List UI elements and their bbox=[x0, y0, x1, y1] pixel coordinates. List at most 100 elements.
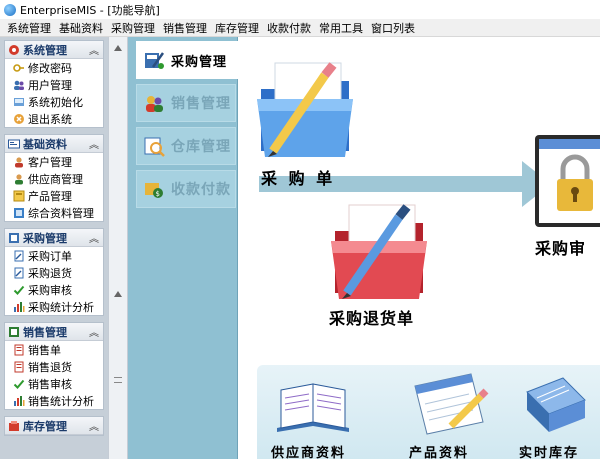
sidebar-item-exit[interactable]: 退出系统 bbox=[5, 110, 103, 127]
sidebar-item-purchase-order[interactable]: 采购订单 bbox=[5, 247, 103, 264]
check-icon bbox=[13, 378, 25, 390]
warehouse-icon bbox=[143, 135, 165, 157]
tab-purchase[interactable]: 采购管理 bbox=[136, 41, 240, 79]
users-icon bbox=[13, 79, 25, 91]
menu-bar: 系统管理 基础资料 采购管理 销售管理 库存管理 收款付款 常用工具 窗口列表 bbox=[0, 19, 600, 37]
group-basic-data: 基础资料 ︽ 客户管理 供应商管理 产品管理 综合资料管理 bbox=[4, 134, 104, 222]
menu-system[interactable]: 系统管理 bbox=[3, 20, 55, 36]
tab-label: 采购管理 bbox=[171, 54, 228, 70]
customer-icon bbox=[13, 156, 25, 168]
group-title: 系统管理 bbox=[23, 43, 67, 57]
sidebar-item-label: 用户管理 bbox=[28, 78, 72, 92]
product-icon bbox=[13, 190, 25, 202]
group-header-inventory[interactable]: 库存管理 ︽ bbox=[5, 417, 103, 435]
product-data-label: 产品资料 bbox=[409, 446, 470, 459]
stacked-books-icon bbox=[526, 377, 586, 432]
key-icon bbox=[13, 62, 25, 74]
menu-purchase[interactable]: 采购管理 bbox=[107, 20, 159, 36]
supplier-icon bbox=[13, 173, 25, 185]
red-folder-pencil-icon bbox=[331, 204, 427, 299]
tab-label: 仓库管理 bbox=[171, 139, 231, 155]
sidebar: 系统管理 ︽ 修改密码 用户管理 系统初始化 退出系统 基础资料 ︽ 客户管理 bbox=[0, 37, 108, 459]
sidebar-item-system-init[interactable]: 系统初始化 bbox=[5, 93, 103, 110]
check-icon bbox=[13, 284, 25, 296]
sidebar-item-general-data[interactable]: 综合资料管理 bbox=[5, 204, 103, 221]
collapse-chevron-icon[interactable]: ︽ bbox=[89, 136, 99, 151]
sidebar-item-purchase-return[interactable]: 采购退货 bbox=[5, 264, 103, 281]
group-header-purchase[interactable]: 采购管理 ︽ bbox=[5, 229, 103, 247]
sidebar-item-label: 销售单 bbox=[28, 343, 61, 357]
collapse-chevron-icon[interactable]: ︽ bbox=[89, 418, 99, 433]
sales-icon bbox=[8, 326, 20, 338]
stats-icon bbox=[13, 301, 25, 313]
open-book-icon bbox=[277, 383, 349, 432]
window-title: EnterpriseMIS - [功能导航] bbox=[20, 3, 160, 17]
tab-label: 销售管理 bbox=[171, 96, 231, 112]
init-icon bbox=[13, 96, 25, 108]
sidebar-item-sales-stats[interactable]: 销售统计分析 bbox=[5, 392, 103, 409]
sidebar-item-supplier[interactable]: 供应商管理 bbox=[5, 170, 103, 187]
sidebar-item-change-password[interactable]: 修改密码 bbox=[5, 59, 103, 76]
splitter[interactable] bbox=[108, 37, 128, 459]
menu-sales[interactable]: 销售管理 bbox=[159, 20, 211, 36]
sidebar-item-customer[interactable]: 客户管理 bbox=[5, 153, 103, 170]
purchase-icon bbox=[8, 232, 20, 244]
purchase-return-button[interactable]: 采购退货单 bbox=[327, 195, 447, 328]
purchase-order-button[interactable]: 采 购 单 bbox=[253, 53, 363, 188]
sidebar-item-label: 采购审核 bbox=[28, 283, 72, 297]
splitter-grip-icon[interactable] bbox=[114, 377, 122, 383]
sidebar-item-sales-return[interactable]: 销售退货 bbox=[5, 358, 103, 375]
sidebar-item-label: 退出系统 bbox=[28, 112, 72, 126]
svg-text:$: $ bbox=[156, 190, 160, 198]
doc-icon bbox=[13, 250, 25, 262]
notepad-pencil-icon bbox=[414, 373, 489, 435]
menu-inventory[interactable]: 库存管理 bbox=[211, 20, 263, 36]
sidebar-item-label: 销售统计分析 bbox=[28, 394, 94, 408]
title-bar: EnterpriseMIS - [功能导航] bbox=[0, 0, 600, 19]
doc-icon bbox=[13, 267, 25, 279]
tab-label: 收款付款 bbox=[171, 182, 231, 198]
tab-sales[interactable]: 销售管理 bbox=[136, 84, 236, 122]
collapse-chevron-icon[interactable]: ︽ bbox=[89, 230, 99, 245]
lock-window-icon bbox=[535, 135, 600, 227]
realtime-stock-button[interactable]: 实时库存 bbox=[519, 370, 599, 459]
collapse-left-icon[interactable] bbox=[114, 41, 122, 51]
supplier-data-button[interactable]: 供应商资料 bbox=[271, 370, 371, 459]
group-header-sales[interactable]: 销售管理 ︽ bbox=[5, 323, 103, 341]
purchase-audit-label: 采购审 bbox=[535, 239, 587, 258]
group-inventory: 库存管理 ︽ bbox=[4, 416, 104, 436]
sidebar-item-label: 销售审核 bbox=[28, 377, 72, 391]
sidebar-item-sales-audit[interactable]: 销售审核 bbox=[5, 375, 103, 392]
sidebar-item-user-management[interactable]: 用户管理 bbox=[5, 76, 103, 93]
sidebar-item-product[interactable]: 产品管理 bbox=[5, 187, 103, 204]
purchase-order-label: 采 购 单 bbox=[261, 169, 336, 188]
group-title: 库存管理 bbox=[23, 419, 67, 433]
group-header-system[interactable]: 系统管理 ︽ bbox=[5, 41, 103, 59]
menu-basic-data[interactable]: 基础资料 bbox=[55, 20, 107, 36]
group-title: 基础资料 bbox=[23, 137, 67, 151]
menu-tools[interactable]: 常用工具 bbox=[315, 20, 367, 36]
realtime-stock-label: 实时库存 bbox=[519, 446, 580, 459]
group-sales: 销售管理 ︽ 销售单 销售退货 销售审核 销售统计分析 bbox=[4, 322, 104, 410]
tab-payment[interactable]: $ 收款付款 bbox=[136, 170, 236, 208]
sidebar-item-purchase-stats[interactable]: 采购统计分析 bbox=[5, 298, 103, 315]
purchase-audit-button[interactable]: 采购审 bbox=[533, 131, 600, 261]
collapse-chevron-icon[interactable]: ︽ bbox=[89, 324, 99, 339]
collapse-chevron-icon[interactable]: ︽ bbox=[89, 42, 99, 57]
sidebar-item-label: 供应商管理 bbox=[28, 172, 83, 186]
product-data-button[interactable]: 产品资料 bbox=[409, 370, 499, 459]
system-gear-icon bbox=[8, 44, 20, 56]
collapse-arrow-icon[interactable] bbox=[114, 287, 122, 297]
content-area: 采 购 单 采购退货单 采购审 供应商资料 产品资料 实时库存 bbox=[239, 37, 600, 459]
sidebar-item-sales-order[interactable]: 销售单 bbox=[5, 341, 103, 358]
menu-windows[interactable]: 窗口列表 bbox=[367, 20, 419, 36]
sidebar-item-label: 客户管理 bbox=[28, 155, 72, 169]
card-icon bbox=[8, 138, 20, 150]
sales-icon bbox=[143, 92, 165, 114]
stats-icon bbox=[13, 395, 25, 407]
group-header-basic-data[interactable]: 基础资料 ︽ bbox=[5, 135, 103, 153]
tab-warehouse[interactable]: 仓库管理 bbox=[136, 127, 236, 165]
data-icon bbox=[13, 207, 25, 219]
sidebar-item-purchase-audit[interactable]: 采购审核 bbox=[5, 281, 103, 298]
menu-payment[interactable]: 收款付款 bbox=[263, 20, 315, 36]
